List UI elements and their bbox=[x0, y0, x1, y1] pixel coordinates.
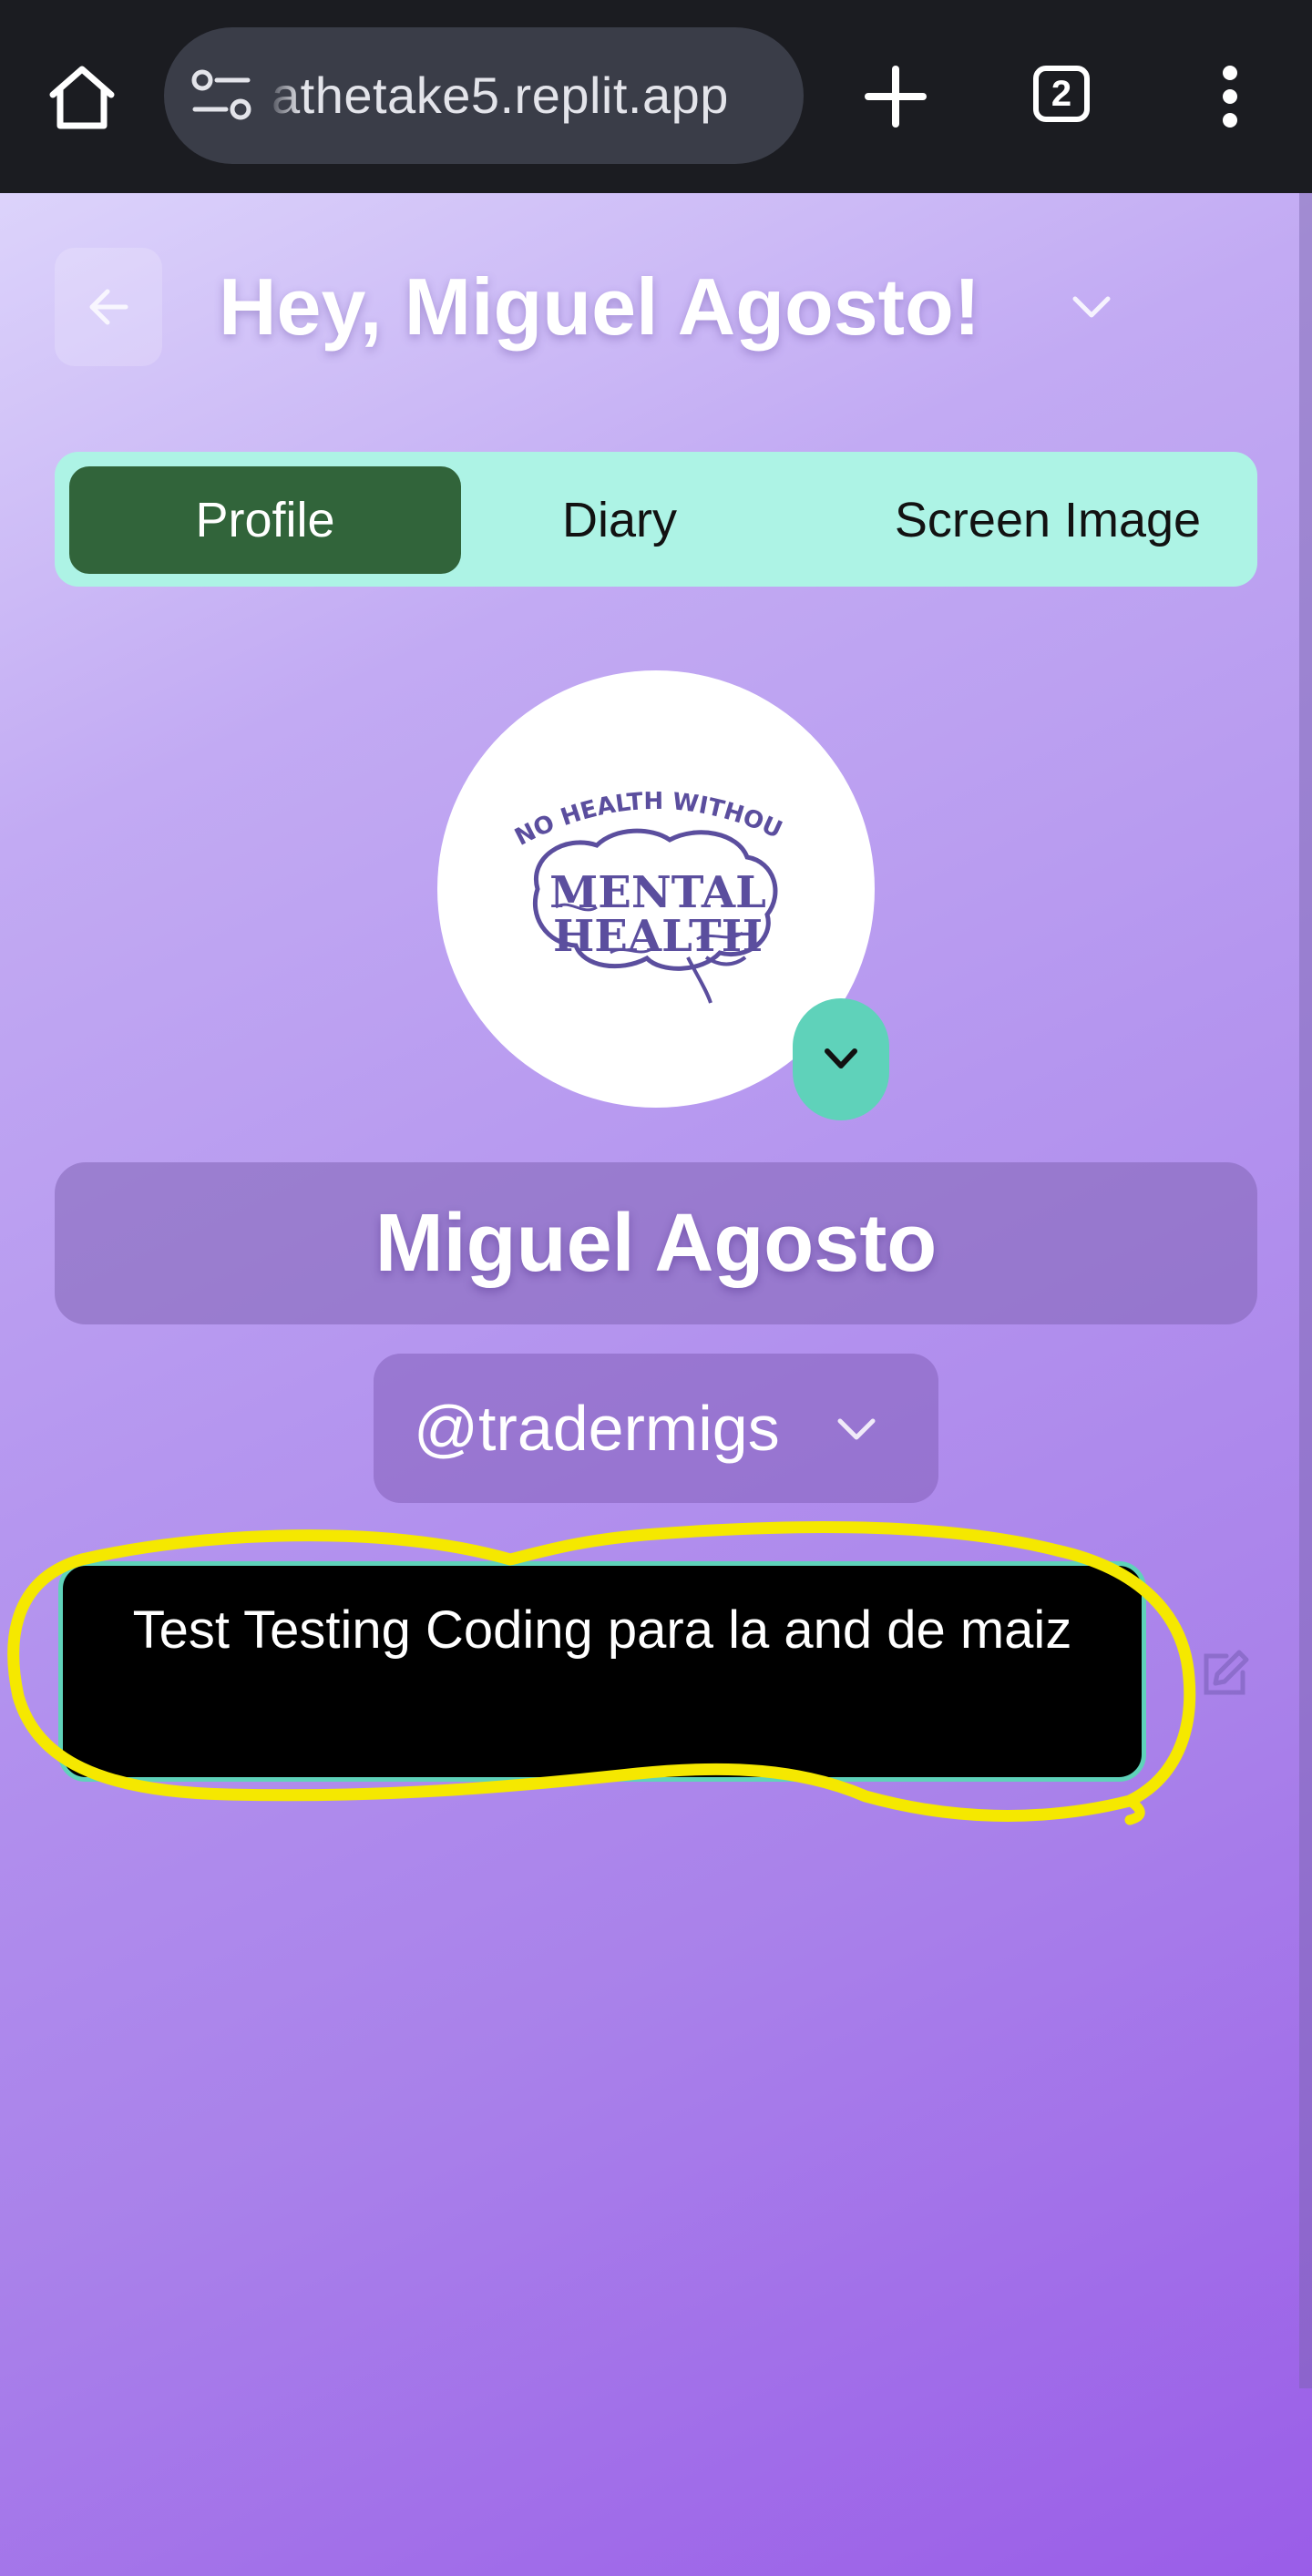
profile-page: Hey, Miguel Agosto! Profile Diary Screen… bbox=[0, 193, 1312, 2576]
username-dropdown[interactable]: @tradermigs bbox=[374, 1354, 938, 1503]
arrow-left-icon bbox=[89, 289, 128, 325]
mental-health-logo: NO HEALTH WITHOUT MENTAL HEALTH bbox=[501, 771, 786, 1004]
display-name: Miguel Agosto bbox=[374, 1198, 938, 1289]
tune-icon[interactable] bbox=[190, 67, 255, 124]
back-button[interactable] bbox=[55, 248, 162, 366]
chevron-down-icon[interactable] bbox=[1071, 293, 1112, 321]
scrollbar[interactable] bbox=[1299, 193, 1312, 2388]
bio-text[interactable]: Test Testing Coding para la and de maiz bbox=[58, 1561, 1146, 1782]
tab-profile[interactable]: Profile bbox=[69, 466, 461, 574]
tab-switcher-button[interactable]: 2 bbox=[1033, 66, 1090, 122]
chevron-down-icon bbox=[825, 1048, 857, 1068]
url-text: athetake5.replit.app bbox=[272, 66, 729, 124]
url-fade bbox=[251, 27, 301, 164]
avatar-menu-button[interactable] bbox=[793, 998, 889, 1120]
address-bar[interactable]: athetake5.replit.app bbox=[164, 27, 804, 164]
tab-bar: Profile Diary Screen Image bbox=[55, 452, 1257, 587]
more-vert-icon[interactable] bbox=[1212, 64, 1248, 129]
chevron-down-icon bbox=[837, 1418, 876, 1440]
tab-screen-image[interactable]: Screen Image bbox=[856, 466, 1239, 574]
greeting-title: Hey, Miguel Agosto! bbox=[219, 261, 980, 352]
tab-diary[interactable]: Diary bbox=[483, 466, 756, 574]
new-tab-icon[interactable] bbox=[864, 60, 928, 133]
browser-toolbar: athetake5.replit.app 2 bbox=[0, 0, 1312, 193]
edit-icon[interactable] bbox=[1199, 1647, 1252, 1700]
home-icon[interactable] bbox=[46, 60, 118, 133]
svg-text:NO HEALTH WITHOUT: NO HEALTH WITHOUT bbox=[501, 771, 786, 852]
display-name-card: Miguel Agosto bbox=[55, 1162, 1257, 1324]
svg-text:HEALTH: HEALTH bbox=[553, 911, 763, 962]
username: @tradermigs bbox=[414, 1393, 780, 1464]
